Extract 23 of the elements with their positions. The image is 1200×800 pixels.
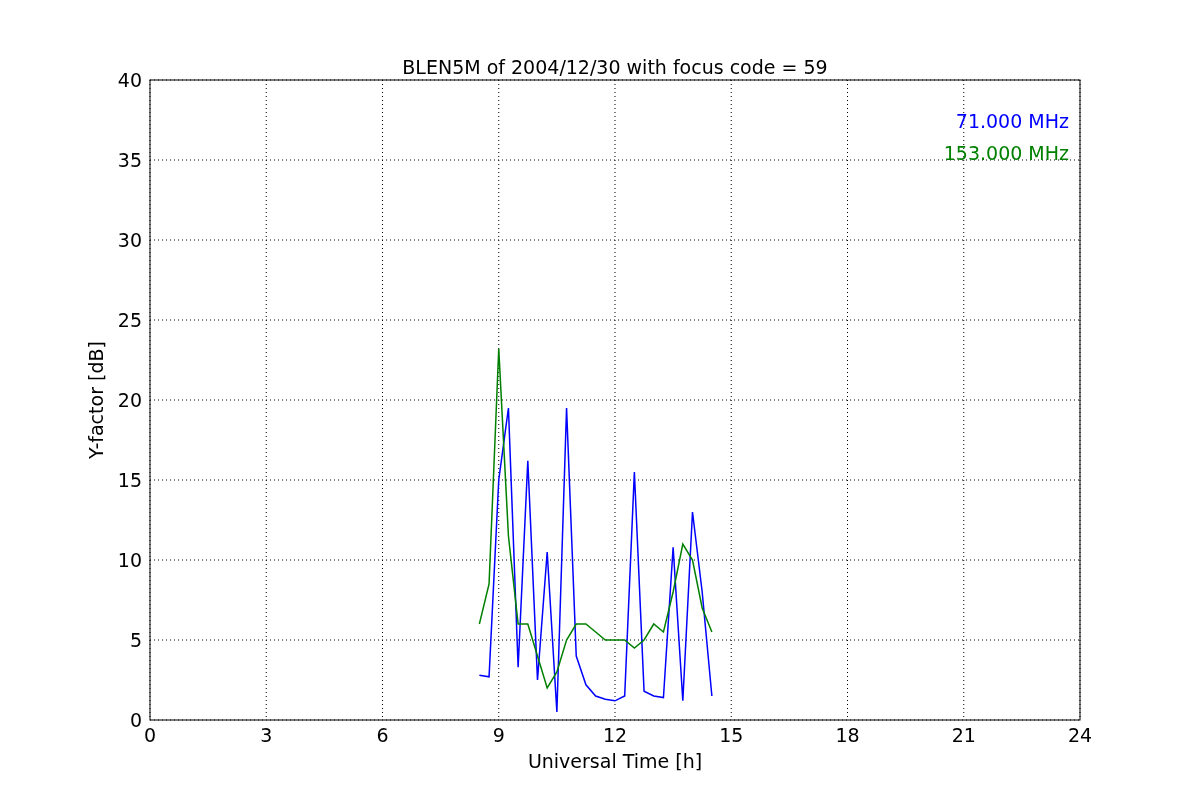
y-tick-label: 0 [129,709,142,731]
x-tick-label: 0 [143,724,157,746]
y-tick-label: 25 [117,309,142,331]
legend-label: 71.000 MHz [955,110,1069,132]
chart-title: BLEN5M of 2004/12/30 with focus code = 59 [402,56,828,78]
x-tick-label: 6 [376,724,389,746]
y-tick-label: 10 [117,549,142,571]
x-tick-label: 24 [1067,724,1093,746]
legend-label: 153.000 MHz [943,142,1069,164]
y-tick-label: 5 [129,629,142,651]
x-tick-label: 3 [260,724,273,746]
x-tick-label: 9 [492,724,505,746]
y-tick-label: 35 [117,149,142,171]
x-axis-label: Universal Time [h] [527,750,703,772]
x-tick-label: 15 [719,724,744,746]
y-tick-label: 30 [117,229,142,251]
y-axis-label: Y-factor [dB] [85,341,107,459]
y-tick-label: 15 [117,469,142,491]
x-tick-label: 12 [602,724,628,746]
y-tick-label: 20 [117,389,142,411]
y-tick-label: 40 [117,69,142,91]
x-tick-label: 18 [835,724,860,746]
x-tick-label: 21 [951,724,976,746]
